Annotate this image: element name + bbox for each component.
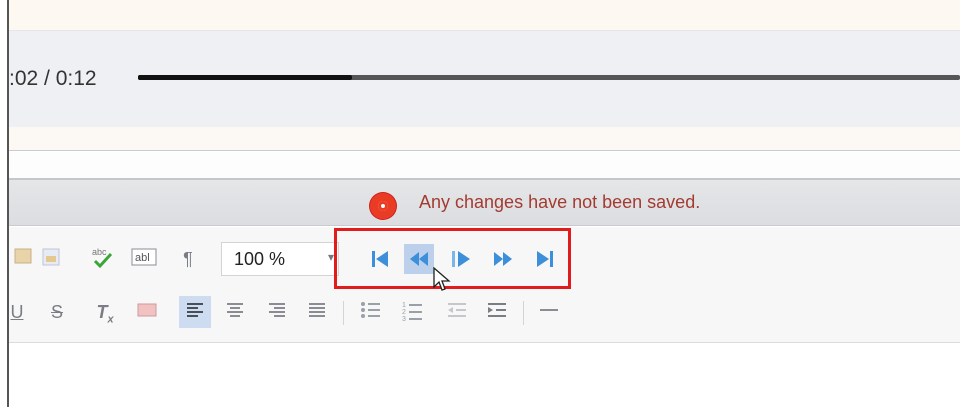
highlight-color-icon[interactable] <box>135 300 159 324</box>
top-strip <box>9 0 960 30</box>
window-left-border <box>0 0 9 407</box>
svg-text:3: 3 <box>402 316 406 322</box>
stop-sign-icon <box>370 193 396 219</box>
underline-icon[interactable]: U <box>5 300 29 324</box>
pilcrow-icon[interactable]: ¶ <box>176 247 200 271</box>
play-step-icon <box>452 251 470 267</box>
align-right-icon[interactable] <box>265 300 289 324</box>
toolbar-separator <box>523 301 524 325</box>
blank-band <box>9 152 960 178</box>
svg-text:1: 1 <box>402 302 406 309</box>
form-field-icon[interactable]: abl <box>131 247 157 271</box>
seek-bar-progress <box>138 75 352 80</box>
rewind-icon <box>410 252 428 266</box>
horizontal-rule-icon[interactable] <box>537 300 561 324</box>
form-field-text: abl <box>135 252 150 264</box>
zoom-select[interactable]: 100 % ▾ <box>221 242 339 276</box>
fast-forward-button[interactable] <box>488 244 518 274</box>
decrease-indent-icon[interactable] <box>445 300 469 324</box>
time-display: :02 / 0:12 <box>9 67 97 90</box>
spellcheck-icon[interactable]: abc <box>89 245 113 269</box>
editor-content-area[interactable] <box>9 344 960 407</box>
editor-toolbar: abc abl ¶ 100 % ▾ U S Tx 1 2 3 <box>9 227 960 343</box>
svg-text:2: 2 <box>402 309 406 316</box>
previous-page-button[interactable] <box>404 244 434 274</box>
increase-indent-icon[interactable] <box>485 300 509 324</box>
remove-format-icon[interactable]: Tx <box>93 300 117 326</box>
video-player-controls: :02 / 0:12 <box>9 30 960 127</box>
align-left-icon[interactable] <box>183 300 207 324</box>
player-footer <box>9 127 960 151</box>
align-center-icon[interactable] <box>223 300 247 324</box>
document-image-icon[interactable] <box>39 247 63 271</box>
last-page-button[interactable] <box>530 244 560 274</box>
zoom-value: 100 % <box>234 249 286 269</box>
bulleted-list-icon[interactable] <box>359 300 383 324</box>
numbered-list-icon[interactable]: 123 <box>401 300 425 324</box>
seek-bar[interactable] <box>138 75 960 80</box>
fast-forward-icon <box>494 252 512 266</box>
mouse-cursor-icon <box>433 267 451 291</box>
skip-to-end-icon <box>537 251 553 267</box>
unsaved-changes-message: Any changes have not been saved. <box>419 192 701 212</box>
spellcheck-text: abc <box>92 247 107 257</box>
skip-to-start-icon <box>372 251 388 267</box>
notification-bar: Any changes have not been saved. <box>9 178 960 226</box>
first-page-button[interactable] <box>365 244 395 274</box>
image-icon[interactable] <box>11 247 35 271</box>
align-justify-icon[interactable] <box>305 300 329 324</box>
toolbar-separator <box>343 301 344 325</box>
strikethrough-icon[interactable]: S <box>45 300 69 324</box>
